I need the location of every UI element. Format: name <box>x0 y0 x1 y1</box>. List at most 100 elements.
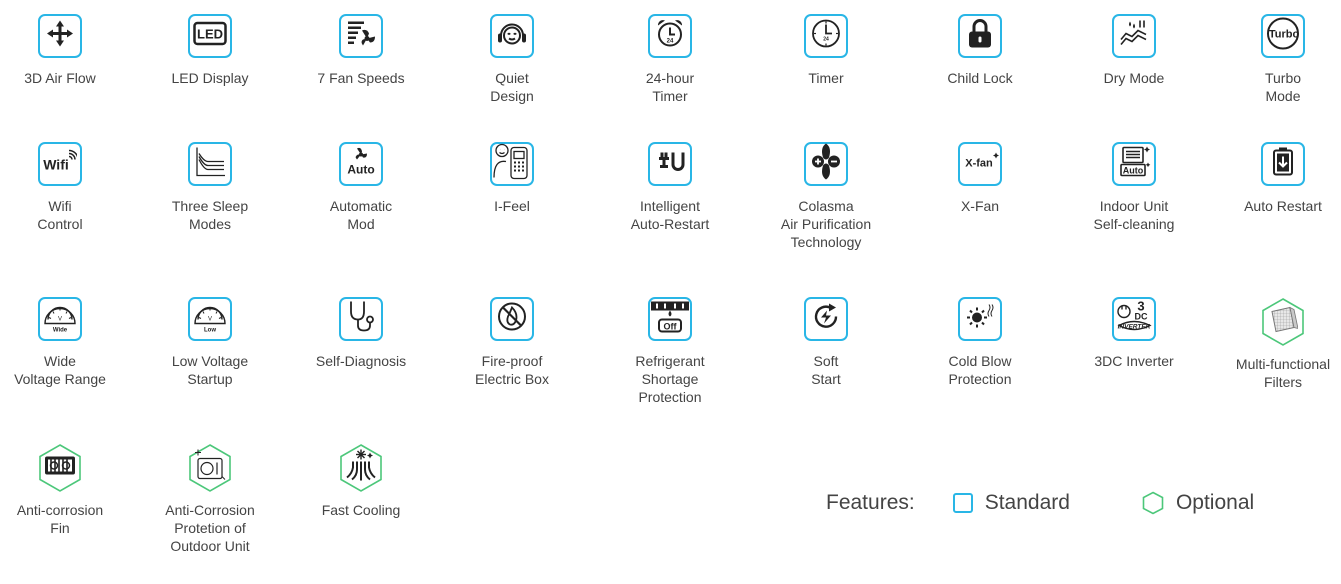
optional-badge <box>185 443 235 493</box>
standard-badge <box>804 297 848 341</box>
standard-badge <box>339 14 383 58</box>
svg-text:Wifi: Wifi <box>43 157 69 173</box>
feature-label: Indoor Unit Self-cleaning <box>1093 198 1175 232</box>
clock-icon: 24 <box>810 18 842 55</box>
feature-item: Intelligent Auto-Restart <box>610 142 730 233</box>
plasma-icon <box>811 142 841 187</box>
feature-item: Turbo Turbo Mode <box>1223 14 1341 105</box>
feature-label: 3DC Inverter <box>1094 353 1174 369</box>
feature-item: Anti-Corrosion Protetion of Outdoor Unit <box>150 443 270 555</box>
standard-badge: Auto <box>1112 142 1156 186</box>
svg-text:Auto: Auto <box>1123 166 1144 176</box>
legend: Features: Standard Optional <box>826 485 1254 521</box>
feature-label: Wide Voltage Range <box>14 353 106 387</box>
feature-label: Dry Mode <box>1103 70 1165 86</box>
feature-item: Off Refrigerant Shortage Protection <box>610 297 730 406</box>
headphones-icon <box>496 18 528 55</box>
feature-item: Auto Indoor Unit Self-cleaning <box>1074 142 1194 233</box>
optional-badge <box>1258 297 1308 347</box>
feature-label: Soft Start <box>811 353 841 387</box>
feature-item: Child Lock <box>920 14 1040 87</box>
standard-badge: LED <box>188 14 232 58</box>
standard-badge <box>490 142 534 186</box>
feature-item: 3D Air Flow <box>0 14 120 87</box>
standard-badge: Auto <box>339 142 383 186</box>
optional-hexagon-icon <box>1142 491 1164 515</box>
feature-item: Dry Mode <box>1074 14 1194 87</box>
stethoscope-icon <box>346 300 376 339</box>
plug-icon <box>655 147 685 182</box>
battery-icon <box>1272 147 1294 182</box>
svg-text:Auto: Auto <box>347 163 374 177</box>
standard-badge <box>1261 142 1305 186</box>
feature-item: Self-Diagnosis <box>301 297 421 370</box>
fast-cooling-icon <box>344 448 378 489</box>
feature-label: Anti-corrosion Fin <box>16 502 104 536</box>
standard-badge: Turbo <box>1261 14 1305 58</box>
feature-item: Auto Automatic Mod <box>301 142 421 233</box>
feature-label: Auto Restart <box>1244 198 1322 214</box>
standard-badge <box>490 14 534 58</box>
standard-badge: X-fan <box>958 142 1002 186</box>
standard-badge <box>188 142 232 186</box>
feature-item: X-fan X-Fan <box>920 142 1040 215</box>
feature-item: 24 24-hour Timer <box>610 14 730 105</box>
optional-badge <box>35 443 85 493</box>
fan-speed-icon <box>346 19 376 54</box>
feature-item: 3 DC INVERTER 3DC Inverter <box>1074 297 1194 370</box>
svg-text:Turbo: Turbo <box>1269 29 1300 41</box>
svg-text:24: 24 <box>823 37 829 43</box>
feature-item: V Wide Wide Voltage Range <box>0 297 120 388</box>
feature-item: Colasma Air Purification Technology <box>766 142 886 251</box>
feature-label: Refrigerant Shortage Protection <box>635 353 705 405</box>
svg-text:DC: DC <box>1135 312 1148 322</box>
feature-item: V Low Low Voltage Startup <box>150 297 270 388</box>
standard-badge: Off <box>648 297 692 341</box>
feature-label: Multi-functional Filters <box>1235 356 1331 390</box>
feature-label: 24-hour Timer <box>645 70 695 104</box>
feature-label: 7 Fan Speeds <box>317 70 405 86</box>
sleep-graph-icon <box>194 146 226 183</box>
feature-item: Three Sleep Modes <box>150 142 270 233</box>
auto-fan-icon: Auto <box>345 146 377 183</box>
svg-text:INVERTER: INVERTER <box>1118 324 1151 331</box>
svg-text:Low: Low <box>204 328 216 334</box>
legend-title: Features: <box>826 491 915 514</box>
feature-item: Soft Start <box>766 297 886 388</box>
outdoor-unit-icon <box>193 449 227 488</box>
standard-square-icon <box>952 493 973 513</box>
feature-label: Fast Cooling <box>321 502 401 518</box>
feature-label: 3D Air Flow <box>24 70 96 86</box>
standard-badge: Wifi <box>38 142 82 186</box>
standard-badge: 24 <box>648 14 692 58</box>
i-feel-icon <box>492 142 532 187</box>
inverter-icon: 3 DC INVERTER <box>1114 298 1154 341</box>
standard-badge: 24 <box>804 14 848 58</box>
wifi-icon: Wifi <box>43 149 79 180</box>
feature-item: Wifi Wifi Control <box>0 142 120 233</box>
cold-blow-icon <box>963 302 997 337</box>
standard-badge <box>490 297 534 341</box>
feature-item: 24 Timer <box>766 14 886 87</box>
feature-item: LED LED Display <box>150 14 270 87</box>
legend-standard-label: Standard <box>984 491 1070 514</box>
soft-start-icon <box>810 301 842 338</box>
feature-label: Self-Diagnosis <box>315 353 407 369</box>
feature-item: Cold Blow Protection <box>920 297 1040 388</box>
svg-text:X-fan: X-fan <box>965 158 993 170</box>
standard-badge: 3 DC INVERTER <box>1112 297 1156 341</box>
feature-item: Anti-corrosion Fin <box>0 443 120 537</box>
turbo-icon: Turbo <box>1266 17 1300 56</box>
feature-label: Automatic Mod <box>329 198 393 232</box>
standard-badge <box>958 297 1002 341</box>
feature-item: I-Feel <box>452 142 572 215</box>
svg-text:V: V <box>58 317 62 323</box>
feature-label: I-Feel <box>494 198 530 214</box>
dry-icon <box>1118 18 1150 55</box>
feature-item: 7 Fan Speeds <box>301 14 421 87</box>
feature-label: Fire-proof Electric Box <box>475 353 549 387</box>
fire-proof-icon <box>496 301 528 338</box>
feature-label: Turbo Mode <box>1264 70 1302 104</box>
legend-optional-label: Optional <box>1175 491 1255 514</box>
feature-label: Quiet Design <box>490 70 534 104</box>
